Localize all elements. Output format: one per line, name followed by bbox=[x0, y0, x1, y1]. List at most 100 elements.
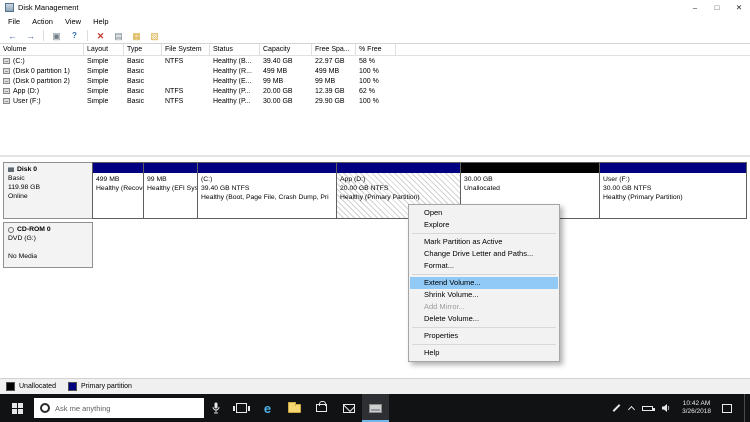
maximize-button[interactable]: □ bbox=[706, 0, 728, 15]
partition-size: 20.00 GB NTFS bbox=[340, 185, 389, 192]
folder-icon bbox=[288, 401, 301, 413]
cell-pct: 100 % bbox=[359, 97, 379, 105]
taskbar-search[interactable] bbox=[34, 398, 204, 418]
properties-icon[interactable]: ▤ bbox=[113, 29, 124, 43]
cell-free: 99 MB bbox=[315, 77, 336, 85]
cell-status: Healthy (R... bbox=[213, 67, 252, 75]
taskbar-mail-button[interactable] bbox=[335, 394, 362, 422]
cell-pct: 100 % bbox=[359, 77, 379, 85]
disk-type: Basic bbox=[8, 175, 25, 182]
chevron-up-icon[interactable] bbox=[628, 405, 636, 413]
task-view-button[interactable] bbox=[228, 394, 254, 422]
pen-icon[interactable] bbox=[612, 404, 621, 412]
volume-name: App (D:) bbox=[13, 87, 40, 95]
menu-file[interactable]: File bbox=[2, 17, 26, 26]
delete-volume-icon[interactable]: ✕ bbox=[95, 29, 106, 43]
column-status[interactable]: Status bbox=[210, 44, 260, 55]
list-view-icon[interactable]: ▦ bbox=[131, 29, 142, 43]
table-row[interactable]: (C:) Simple Basic NTFS Healthy (B... 39.… bbox=[0, 56, 750, 66]
column-filler bbox=[396, 44, 750, 55]
search-input[interactable] bbox=[55, 403, 180, 413]
menu-item-explore[interactable]: Explore bbox=[410, 219, 558, 231]
help-icon[interactable]: ? bbox=[69, 29, 80, 43]
partition-user-f[interactable]: User (F:) 30.00 GB NTFS Healthy (Primary… bbox=[599, 162, 747, 219]
partition-color-bar bbox=[198, 163, 336, 173]
window-title: Disk Management bbox=[18, 3, 79, 12]
partition-status: Healthy (EFI Syst bbox=[147, 185, 197, 192]
column-layout[interactable]: Layout bbox=[84, 44, 124, 55]
menu-action[interactable]: Action bbox=[26, 17, 59, 26]
partition-color-bar bbox=[600, 163, 746, 173]
partition-c[interactable]: (C:) 39.40 GB NTFS Healthy (Boot, Page F… bbox=[197, 162, 337, 219]
action-center-icon[interactable] bbox=[722, 403, 732, 413]
partition-name: User (F:) bbox=[603, 176, 630, 183]
column-type[interactable]: Type bbox=[124, 44, 162, 55]
edge-icon: e bbox=[263, 400, 272, 416]
show-console-tree-icon[interactable]: ▣ bbox=[51, 29, 62, 43]
menu-item-properties[interactable]: Properties bbox=[410, 330, 558, 342]
partition-name: App (D:) bbox=[340, 176, 366, 183]
cell-status: Healthy (E... bbox=[213, 77, 252, 85]
toolbar-separator bbox=[87, 30, 88, 41]
back-icon[interactable]: ← bbox=[7, 29, 18, 43]
toolbar: ← → ▣ ? ✕ ▤ ▦ ▧ bbox=[0, 28, 750, 44]
menu-item-extend-volume[interactable]: Extend Volume... bbox=[410, 277, 558, 289]
cdrom-label[interactable]: CD-ROM 0 DVD (G:) No Media bbox=[3, 222, 93, 268]
toolbar-separator bbox=[43, 30, 44, 41]
menu-help[interactable]: Help bbox=[87, 17, 114, 26]
taskbar: e 10:42 AM 3/26/2018 bbox=[0, 394, 750, 422]
partition-color-bar bbox=[144, 163, 197, 173]
menu-item-mark-partition-active[interactable]: Mark Partition as Active bbox=[410, 236, 558, 248]
table-row[interactable]: (Disk 0 partition 2) Simple Basic Health… bbox=[0, 76, 750, 86]
forward-icon[interactable]: → bbox=[25, 29, 36, 43]
table-row[interactable]: (Disk 0 partition 1) Simple Basic Health… bbox=[0, 66, 750, 76]
column-capacity[interactable]: Capacity bbox=[260, 44, 312, 55]
start-button[interactable] bbox=[0, 394, 34, 422]
cell-capacity: 499 MB bbox=[263, 67, 288, 75]
disk-name: Disk 0 bbox=[17, 166, 38, 173]
partition-recovery[interactable]: 499 MB Healthy (Recovery Parti bbox=[92, 162, 144, 219]
menu-item-help[interactable]: Help bbox=[410, 347, 558, 359]
unallocated-swatch bbox=[6, 382, 15, 391]
cell-capacity: 39.40 GB bbox=[263, 57, 293, 65]
show-desktop-button[interactable] bbox=[744, 394, 748, 422]
column-file-system[interactable]: File System bbox=[162, 44, 210, 55]
clock-date: 3/26/2018 bbox=[682, 408, 711, 415]
menu-item-delete-volume[interactable]: Delete Volume... bbox=[410, 313, 558, 325]
cdrom-name: CD-ROM 0 bbox=[17, 226, 51, 233]
table-row[interactable]: User (F:) Simple Basic NTFS Healthy (P..… bbox=[0, 96, 750, 106]
menu-item-format[interactable]: Format... bbox=[410, 260, 558, 272]
close-button[interactable]: ✕ bbox=[728, 0, 750, 15]
taskbar-file-explorer-button[interactable] bbox=[281, 394, 308, 422]
cortana-icon bbox=[40, 403, 50, 413]
disk-0-label[interactable]: Disk 0 Basic 119.98 GB Online bbox=[3, 162, 93, 219]
menu-item-shrink-volume[interactable]: Shrink Volume... bbox=[410, 289, 558, 301]
taskbar-edge-button[interactable]: e bbox=[254, 394, 281, 422]
menu-item-change-drive-letter[interactable]: Change Drive Letter and Paths... bbox=[410, 248, 558, 260]
table-row[interactable]: App (D:) Simple Basic NTFS Healthy (P...… bbox=[0, 86, 750, 96]
partition-efi[interactable]: 99 MB Healthy (EFI Syst bbox=[143, 162, 198, 219]
partition-size: 39.40 GB NTFS bbox=[201, 185, 250, 192]
graph-view-icon[interactable]: ▧ bbox=[149, 29, 160, 43]
menu-item-open[interactable]: Open bbox=[410, 207, 558, 219]
battery-icon[interactable] bbox=[642, 405, 656, 411]
cell-capacity: 20.00 GB bbox=[263, 87, 293, 95]
cdrom-status: No Media bbox=[8, 253, 38, 260]
menu-view[interactable]: View bbox=[59, 17, 87, 26]
primary-partition-label: Primary partition bbox=[80, 383, 132, 390]
column-free-space[interactable]: Free Spa... bbox=[312, 44, 356, 55]
menu-separator bbox=[412, 274, 556, 275]
disk-status: Online bbox=[8, 193, 28, 200]
column-volume[interactable]: Volume bbox=[0, 44, 84, 55]
volume-icon[interactable] bbox=[661, 403, 671, 413]
taskbar-clock[interactable]: 10:42 AM 3/26/2018 bbox=[679, 400, 714, 416]
partition-status: Healthy (Recovery Parti bbox=[96, 185, 143, 192]
minimize-button[interactable]: – bbox=[684, 0, 706, 15]
column-pct-free[interactable]: % Free bbox=[356, 44, 396, 55]
taskbar-disk-management-button[interactable] bbox=[362, 394, 389, 422]
cell-fs: NTFS bbox=[165, 57, 184, 65]
taskbar-store-button[interactable] bbox=[308, 394, 335, 422]
microphone-button[interactable] bbox=[204, 394, 228, 422]
window-controls: – □ ✕ bbox=[684, 0, 750, 15]
cell-layout: Simple bbox=[87, 97, 109, 105]
